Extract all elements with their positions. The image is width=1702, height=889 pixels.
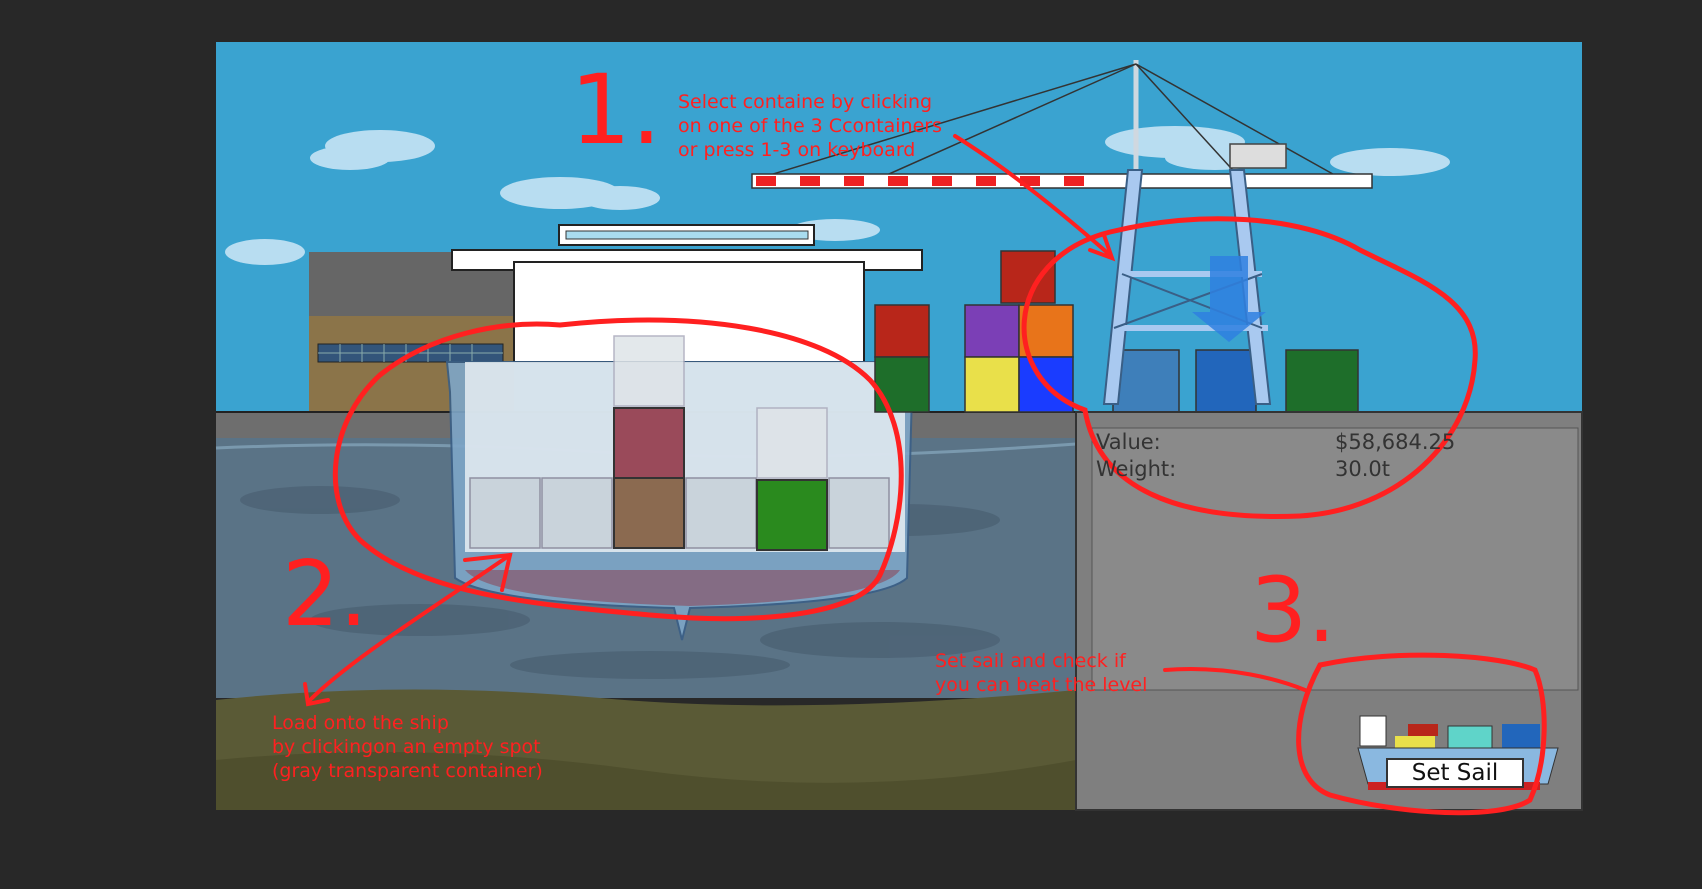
set-sail-button[interactable]: Set Sail	[1386, 758, 1524, 788]
weight-amount: 30.0t	[1335, 457, 1390, 481]
container-option-2[interactable]	[1195, 349, 1257, 413]
ship-slot-empty[interactable]	[828, 477, 890, 549]
value-label: Value:	[1096, 430, 1161, 454]
weight-label: Weight:	[1096, 457, 1177, 481]
ship-slot-empty[interactable]	[469, 477, 541, 549]
step-1-number: 1.	[570, 54, 662, 166]
ship-slot-filled	[756, 479, 828, 551]
ship-slot-empty[interactable]	[685, 477, 757, 549]
step-3-text: Set sail and check if you can beat the l…	[935, 650, 1148, 696]
container-option-3[interactable]	[1285, 349, 1359, 413]
step-2-number: 2.	[282, 542, 368, 647]
step-3-number: 3.	[1250, 558, 1336, 663]
ship-slot-filled	[613, 477, 685, 549]
step-1-text: Select containe by clicking on one of th…	[678, 91, 942, 161]
ship-slot-filled	[613, 407, 685, 479]
selectable-containers	[1112, 349, 1359, 413]
ship-slot-empty[interactable]	[613, 335, 685, 407]
ship-slot-empty[interactable]	[541, 477, 613, 549]
value-amount: $58,684.25	[1335, 430, 1456, 454]
step-2-text: Load onto the ship by clickingon an empt…	[272, 712, 543, 782]
ship-slot-empty[interactable]	[756, 407, 828, 479]
